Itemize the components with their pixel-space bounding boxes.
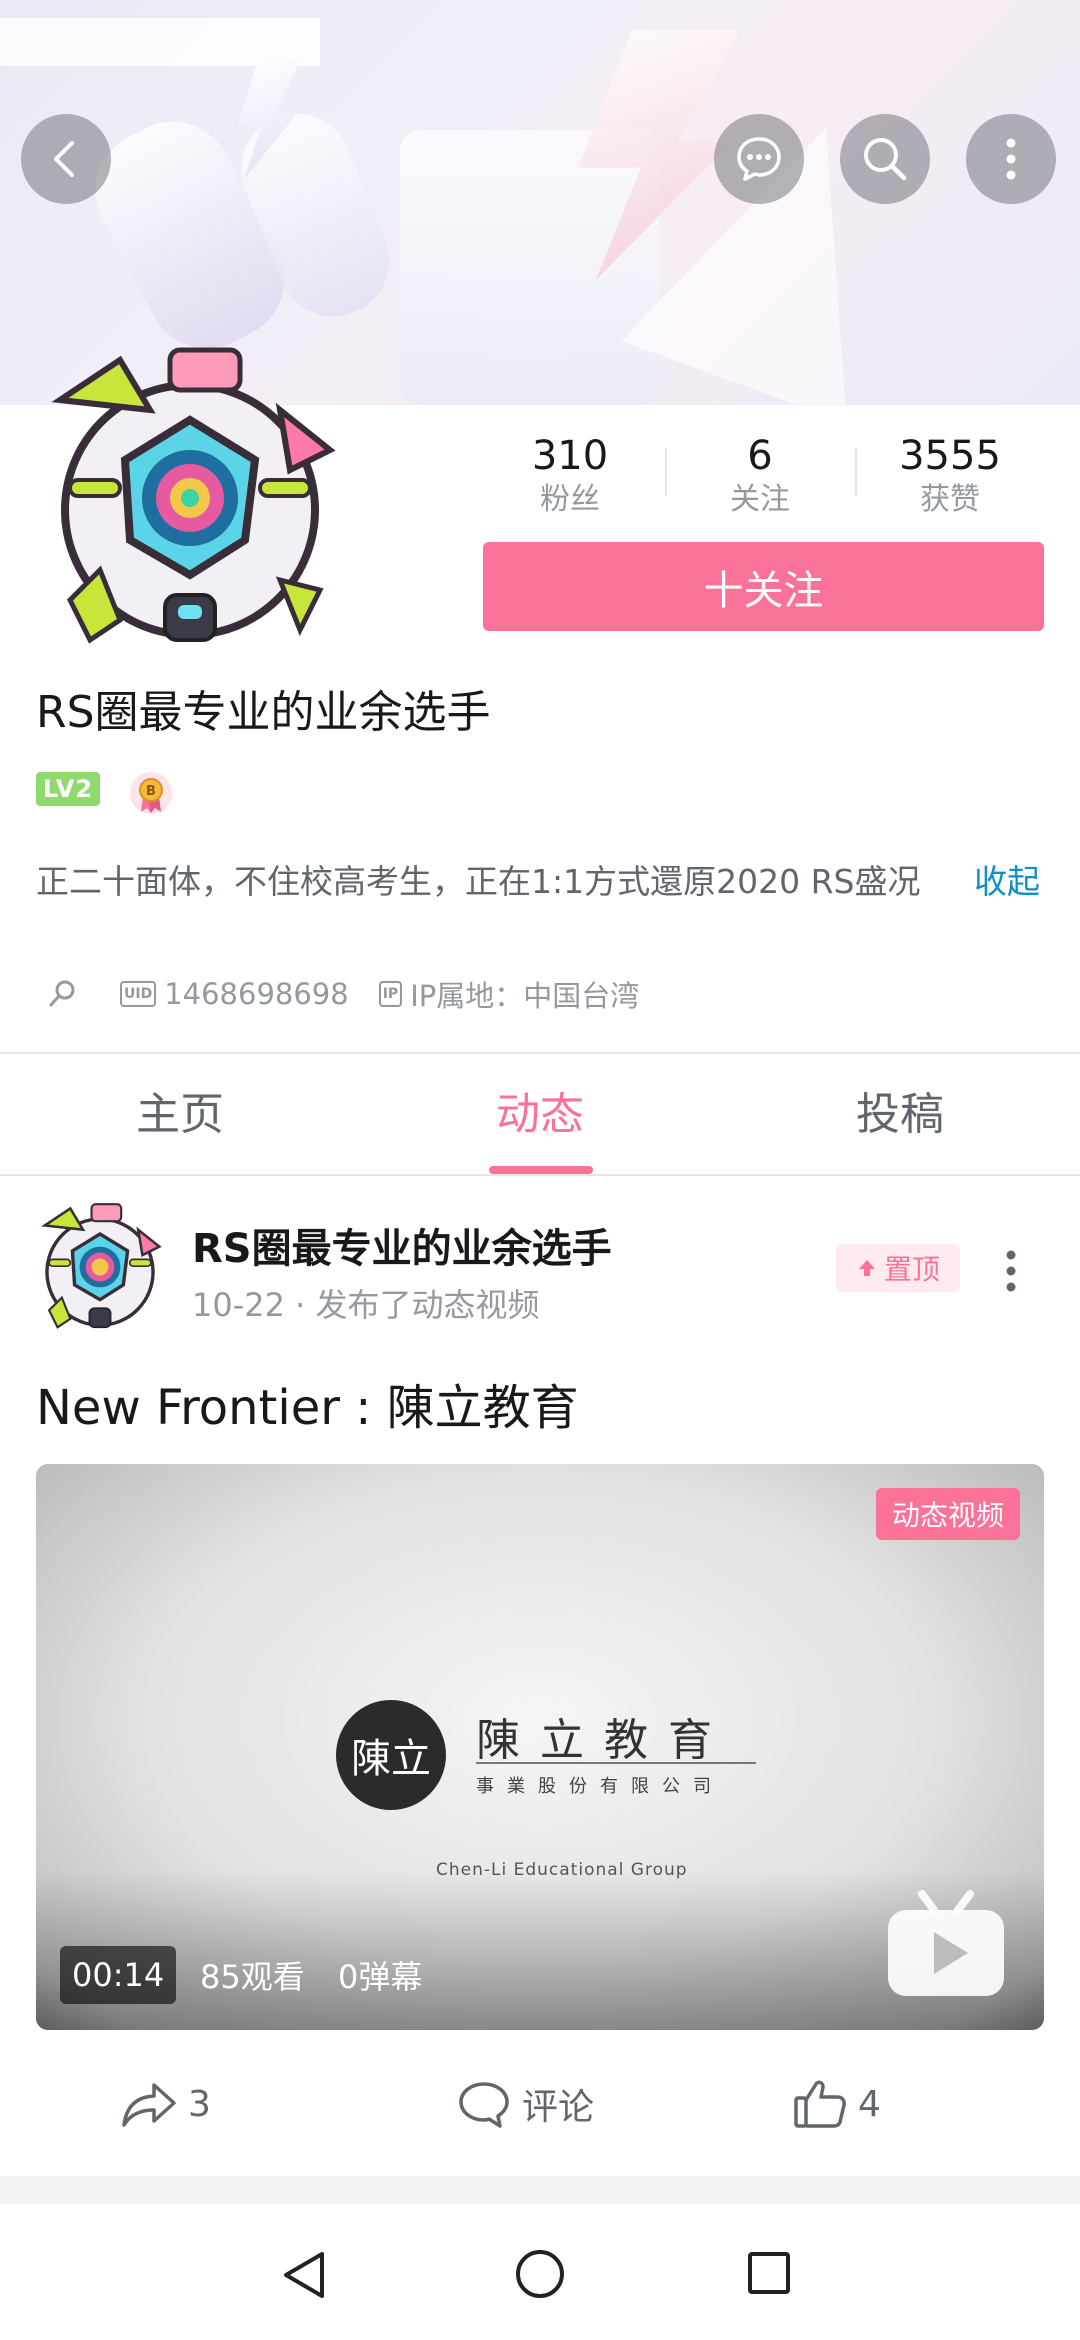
share-button[interactable]: 3 bbox=[120, 2074, 211, 2134]
share-count: 3 bbox=[188, 2083, 211, 2125]
post-meta: 10-22 · 发布了动态视频 bbox=[192, 1280, 540, 1326]
svg-text:B: B bbox=[146, 784, 156, 799]
like-count: 4 bbox=[858, 2083, 881, 2125]
post-action: · 发布了动态视频 bbox=[295, 1286, 540, 1324]
video-duration: 00:14 bbox=[60, 1946, 177, 2004]
logo-english: Chen-Li Educational Group bbox=[436, 1860, 688, 1880]
followers-count: 310 bbox=[531, 433, 609, 479]
tab-home[interactable]: 主页 bbox=[0, 1080, 360, 1170]
comment-icon bbox=[459, 2082, 509, 2128]
pin-tag-icon bbox=[49, 980, 75, 1007]
active-tab-indicator bbox=[489, 1166, 593, 1174]
nav-recents-icon[interactable] bbox=[746, 2250, 792, 2296]
ip-location: IP属地：中国台湾 bbox=[410, 979, 640, 1013]
banner-decoration bbox=[0, 18, 320, 66]
likes-label: 获赞 bbox=[920, 482, 980, 517]
logo-subtitle: 事業股份有限公司 bbox=[476, 1776, 724, 1797]
likes-count: 3555 bbox=[899, 433, 1001, 479]
video-player[interactable]: 动态视频 陳立 陳立教育 事業股份有限公司 Chen-Li Educationa… bbox=[36, 1464, 1044, 2030]
post-text: New Frontier : 陳立教育 bbox=[36, 1380, 579, 1436]
tv-play-icon[interactable] bbox=[884, 1888, 1008, 1998]
logo-divider bbox=[476, 1762, 756, 1764]
post-date: 10-22 bbox=[192, 1286, 285, 1324]
more-vertical-icon bbox=[1006, 138, 1016, 180]
collapse-bio-button[interactable]: 收起 bbox=[974, 858, 1040, 906]
logo-title: 陳立教育 bbox=[476, 1715, 732, 1766]
system-nav-bar bbox=[0, 2204, 1080, 2340]
thumbs-up-icon bbox=[794, 2080, 846, 2128]
message-button[interactable] bbox=[714, 114, 804, 204]
arrow-up-icon bbox=[858, 1260, 875, 1276]
tab-dynamic[interactable]: 动态 bbox=[360, 1080, 720, 1170]
ip-icon: IP bbox=[378, 981, 403, 1007]
medal-icon[interactable]: B bbox=[128, 770, 174, 816]
profile-username: RS圈最专业的业余选手 bbox=[36, 687, 491, 738]
avatar[interactable] bbox=[30, 340, 350, 670]
following-count: 6 bbox=[747, 433, 773, 479]
pinned-label: 置顶 bbox=[883, 1253, 940, 1286]
video-danmaku-count: 0弹幕 bbox=[338, 1958, 423, 1996]
post-author-avatar[interactable] bbox=[30, 1200, 170, 1340]
share-arrow-icon bbox=[122, 2083, 176, 2127]
tab-submissions[interactable]: 投稿 bbox=[720, 1080, 1080, 1170]
divider bbox=[0, 1052, 1080, 1054]
comment-label: 评论 bbox=[522, 2087, 595, 2128]
more-button[interactable] bbox=[966, 114, 1056, 204]
search-icon bbox=[864, 138, 907, 181]
level-badge[interactable]: LV2 bbox=[36, 772, 100, 806]
comment-button[interactable]: 评论 bbox=[456, 2074, 594, 2134]
chat-bubble-icon bbox=[737, 137, 781, 181]
feed-separator bbox=[0, 2176, 1080, 2204]
like-button[interactable]: 4 bbox=[792, 2074, 881, 2134]
post-author-name[interactable]: RS圈最专业的业余选手 bbox=[192, 1216, 612, 1274]
uid-icon: UID bbox=[120, 981, 157, 1007]
following-stat[interactable]: 6 关注 bbox=[665, 432, 855, 520]
nav-home-icon[interactable] bbox=[514, 2248, 566, 2300]
following-label: 关注 bbox=[730, 482, 790, 517]
chevron-left-icon bbox=[54, 141, 74, 177]
back-button[interactable] bbox=[21, 114, 111, 204]
divider bbox=[0, 1174, 1080, 1176]
logo-mark: 陳立 bbox=[336, 1700, 446, 1810]
search-button[interactable] bbox=[840, 114, 930, 204]
profile-bio: 正二十面体，不住校高考生，正在1:1方式還原2020 RS盛况 bbox=[36, 862, 921, 901]
video-views: 85观看 bbox=[200, 1958, 305, 1996]
pinned-badge: 置顶 bbox=[836, 1244, 960, 1292]
video-type-badge: 动态视频 bbox=[875, 1488, 1020, 1540]
uid-text[interactable]: 1468698698 bbox=[164, 977, 349, 1011]
follow-button[interactable]: 十关注 bbox=[483, 542, 1044, 631]
nav-back-icon[interactable] bbox=[280, 2248, 330, 2302]
followers-stat[interactable]: 310 粉丝 bbox=[475, 432, 665, 520]
banner-decoration bbox=[400, 130, 660, 405]
profile-meta: UID 1468698698 IP IP属地：中国台湾 bbox=[46, 974, 639, 1014]
followers-label: 粉丝 bbox=[540, 482, 600, 517]
likes-stat[interactable]: 3555 获赞 bbox=[855, 432, 1045, 520]
post-more-icon[interactable] bbox=[1004, 1248, 1018, 1294]
